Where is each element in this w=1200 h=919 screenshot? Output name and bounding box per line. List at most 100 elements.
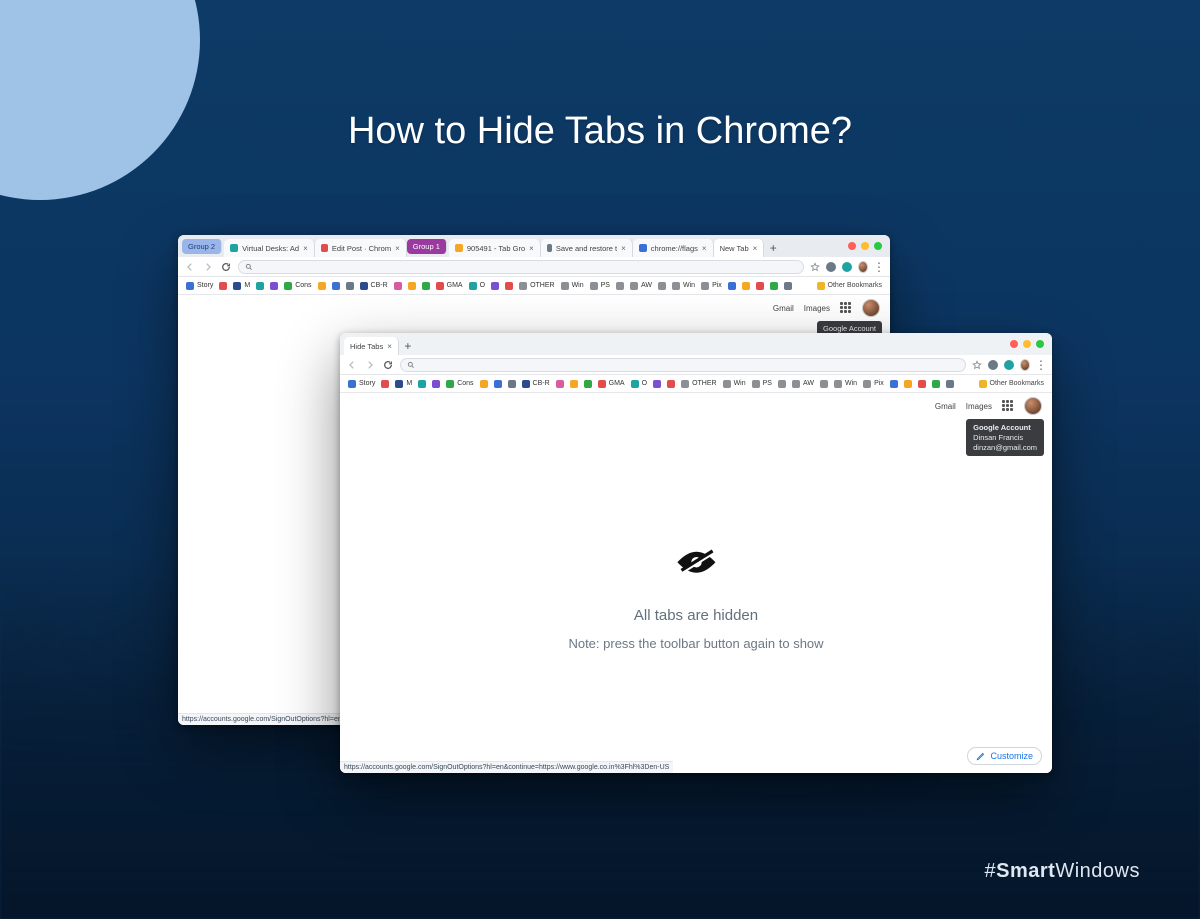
bookmark-item[interactable]: AW (630, 282, 652, 290)
bookmark-item[interactable] (508, 380, 516, 388)
new-tab-button[interactable]: + (764, 239, 782, 257)
nav-forward-icon[interactable] (202, 261, 214, 273)
bookmark-item[interactable]: O (631, 380, 647, 388)
bookmark-item[interactable] (381, 380, 389, 388)
bookmark-item[interactable] (491, 282, 499, 290)
chrome-menu-icon[interactable]: ⋮ (1036, 360, 1046, 370)
bookmark-star-icon[interactable] (810, 262, 820, 272)
bookmark-item[interactable] (318, 282, 326, 290)
nav-back-icon[interactable] (184, 261, 196, 273)
close-tab-icon[interactable]: × (621, 244, 626, 253)
other-bookmarks[interactable]: Other Bookmarks (817, 282, 882, 290)
bookmark-item[interactable] (505, 282, 513, 290)
bookmark-item[interactable]: CB-R (360, 282, 388, 290)
tab-save-restore[interactable]: Save and restore t× (541, 239, 633, 257)
bookmark-item[interactable]: Cons (284, 282, 311, 290)
tab-new-tab[interactable]: New Tab× (714, 239, 765, 257)
bookmark-item[interactable] (584, 380, 592, 388)
bookmark-item[interactable] (667, 380, 675, 388)
bookmark-item[interactable]: Pix (701, 282, 722, 290)
bookmark-item[interactable]: Story (186, 282, 213, 290)
profile-avatar-large[interactable] (1024, 397, 1042, 415)
bookmark-item[interactable] (946, 380, 954, 388)
profile-avatar[interactable] (858, 262, 868, 272)
bookmark-item[interactable] (904, 380, 912, 388)
close-tab-icon[interactable]: × (753, 244, 758, 253)
bookmark-item[interactable]: Win (723, 380, 746, 388)
bookmark-item[interactable]: Win (561, 282, 584, 290)
bookmark-item[interactable]: Win (834, 380, 857, 388)
reload-icon[interactable] (220, 261, 232, 273)
tab-group-1[interactable]: Group 1 (407, 239, 447, 254)
bookmark-item[interactable]: GMA (436, 282, 463, 290)
window-maximize-icon[interactable] (874, 242, 882, 250)
bookmark-item[interactable] (394, 282, 402, 290)
bookmark-item[interactable] (346, 282, 354, 290)
bookmark-item[interactable] (422, 282, 430, 290)
bookmark-item[interactable] (256, 282, 264, 290)
bookmark-star-icon[interactable] (972, 360, 982, 370)
bookmark-item[interactable]: PS (590, 282, 610, 290)
bookmark-item[interactable] (932, 380, 940, 388)
bookmark-item[interactable] (918, 380, 926, 388)
omnibox[interactable] (238, 260, 804, 274)
window-minimize-icon[interactable] (1023, 340, 1031, 348)
bookmark-item[interactable] (432, 380, 440, 388)
omnibox[interactable] (400, 358, 966, 372)
tab-chrome-flags[interactable]: chrome://flags× (633, 239, 714, 257)
gmail-link[interactable]: Gmail (773, 304, 794, 313)
apps-grid-icon[interactable] (1002, 400, 1014, 412)
close-tab-icon[interactable]: × (303, 244, 308, 253)
bookmark-item[interactable] (556, 380, 564, 388)
bookmark-item[interactable] (494, 380, 502, 388)
bookmark-item[interactable] (219, 282, 227, 290)
bookmark-item[interactable]: Pix (863, 380, 884, 388)
other-bookmarks[interactable]: Other Bookmarks (979, 380, 1044, 388)
bookmark-item[interactable] (616, 282, 624, 290)
extension-icon[interactable] (1004, 360, 1014, 370)
bookmark-item[interactable] (408, 282, 416, 290)
chrome-menu-icon[interactable]: ⋮ (874, 262, 884, 272)
bookmark-item[interactable]: PS (752, 380, 772, 388)
tab-group-2[interactable]: Group 2 (182, 239, 222, 254)
tab-bug-905491[interactable]: 905491 - Tab Gro× (449, 239, 541, 257)
bookmark-item[interactable] (778, 380, 786, 388)
bookmark-item[interactable] (820, 380, 828, 388)
extension-icon[interactable] (842, 262, 852, 272)
apps-grid-icon[interactable] (840, 302, 852, 314)
window-minimize-icon[interactable] (861, 242, 869, 250)
profile-avatar-large[interactable] (862, 299, 880, 317)
bookmark-item[interactable]: Win (672, 282, 695, 290)
bookmark-item[interactable] (770, 282, 778, 290)
bookmark-item[interactable]: M (233, 282, 250, 290)
reload-icon[interactable] (382, 359, 394, 371)
bookmark-item[interactable]: OTHER (681, 380, 717, 388)
extension-icon[interactable] (988, 360, 998, 370)
bookmark-item[interactable]: CB-R (522, 380, 550, 388)
tab-virtual-desks[interactable]: Virtual Desks: Ad× (224, 239, 315, 257)
bookmark-item[interactable]: Story (348, 380, 375, 388)
bookmark-item[interactable] (890, 380, 898, 388)
images-link[interactable]: Images (966, 402, 992, 411)
close-tab-icon[interactable]: × (387, 342, 392, 351)
bookmark-item[interactable] (784, 282, 792, 290)
bookmark-item[interactable] (653, 380, 661, 388)
bookmark-item[interactable]: O (469, 282, 485, 290)
new-tab-button[interactable]: + (399, 337, 417, 355)
bookmark-item[interactable] (756, 282, 764, 290)
customize-button[interactable]: Customize (967, 747, 1042, 765)
bookmark-item[interactable] (728, 282, 736, 290)
extension-icon[interactable] (826, 262, 836, 272)
bookmark-item[interactable]: AW (792, 380, 814, 388)
tab-edit-post[interactable]: Edit Post · Chrom× (315, 239, 407, 257)
window-close-icon[interactable] (848, 242, 856, 250)
bookmark-item[interactable]: Cons (446, 380, 473, 388)
bookmark-item[interactable] (418, 380, 426, 388)
bookmark-item[interactable]: OTHER (519, 282, 555, 290)
bookmark-item[interactable] (332, 282, 340, 290)
images-link[interactable]: Images (804, 304, 830, 313)
bookmark-item[interactable] (480, 380, 488, 388)
window-close-icon[interactable] (1010, 340, 1018, 348)
tab-hide-tabs[interactable]: Hide Tabs × (344, 337, 399, 355)
bookmark-item[interactable] (658, 282, 666, 290)
